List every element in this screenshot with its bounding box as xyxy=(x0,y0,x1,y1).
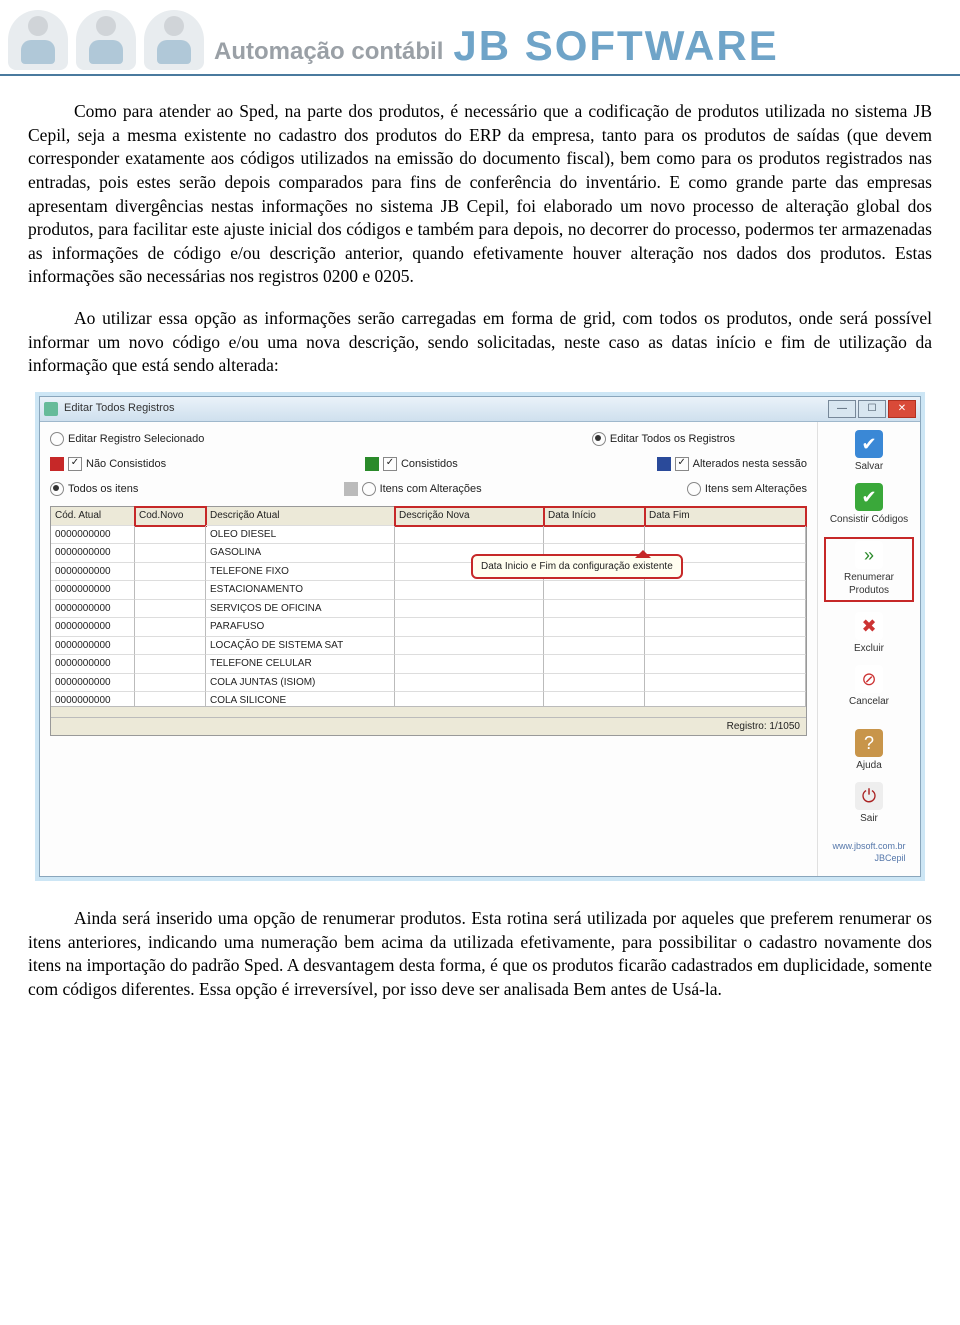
side-toolbar: ✔ Salvar ✔ Consistir Códigos » Renumerar… xyxy=(817,422,920,876)
exit-icon: ⏻ xyxy=(855,782,883,810)
help-icon: ? xyxy=(855,729,883,757)
table-row[interactable]: 0000000000OLEO DIESEL xyxy=(51,526,806,545)
radio-todos-itens[interactable]: Todos os itens xyxy=(50,482,138,497)
header-title: JB SOFTWARE xyxy=(453,22,778,70)
sair-button[interactable]: ⏻ Sair xyxy=(855,782,883,826)
check-alterados[interactable]: Alterados nesta sessão xyxy=(657,457,807,472)
col-data-inicio[interactable]: Data Início xyxy=(544,507,645,526)
main-panel: Editar Registro Selecionado Editar Todos… xyxy=(40,422,817,876)
person-icon-3 xyxy=(144,10,204,70)
col-cod-novo[interactable]: Cod.Novo xyxy=(135,507,206,526)
document-body: Como para atender ao Sped, na parte dos … xyxy=(0,76,960,1030)
col-cod-atual[interactable]: Cód. Atual xyxy=(51,507,135,526)
minimize-button[interactable]: — xyxy=(828,400,856,418)
record-counter: Registro: 1/1050 xyxy=(727,720,800,734)
check-consistidos[interactable]: Consistidos xyxy=(365,457,458,472)
delete-icon: ✖ xyxy=(855,612,883,640)
radio-edit-all[interactable]: Editar Todos os Registros xyxy=(592,432,735,447)
table-row[interactable]: 0000000000COLA JUNTAS (ISIOM) xyxy=(51,674,806,693)
save-icon: ✔ xyxy=(855,430,883,458)
col-desc-nova[interactable]: Descrição Nova xyxy=(395,507,544,526)
table-row[interactable]: 0000000000TELEFONE CELULAR xyxy=(51,655,806,674)
document-header: Automação contábil JB SOFTWARE xyxy=(0,0,960,76)
col-data-fim[interactable]: Data Fim xyxy=(645,507,806,526)
grid-header-row: Cód. Atual Cod.Novo Descrição Atual Desc… xyxy=(51,507,806,526)
paragraph-1: Como para atender ao Sped, na parte dos … xyxy=(28,100,932,289)
header-logo-icons xyxy=(8,10,204,70)
person-icon-2 xyxy=(76,10,136,70)
app-icon xyxy=(44,402,58,416)
ajuda-button[interactable]: ? Ajuda xyxy=(855,729,883,773)
radio-com-alteracoes[interactable]: Itens com Alterações xyxy=(344,482,482,497)
grid-body[interactable]: 0000000000OLEO DIESEL0000000000GASOLINA0… xyxy=(51,526,806,706)
consistir-button[interactable]: ✔ Consistir Códigos xyxy=(830,483,908,527)
check-icon: ✔ xyxy=(855,483,883,511)
renumber-icon: » xyxy=(855,541,883,569)
check-nao-consistidos[interactable]: Não Consistidos xyxy=(50,457,166,472)
table-row[interactable]: 0000000000GASOLINA xyxy=(51,544,806,563)
cancel-icon: ⊘ xyxy=(855,665,883,693)
grid-hscrollbar[interactable] xyxy=(51,706,806,717)
annotation-callout: Data Inicio e Fim da configuração existe… xyxy=(471,554,683,579)
save-button[interactable]: ✔ Salvar xyxy=(855,430,883,474)
grid-footer: Registro: 1/1050 xyxy=(51,717,806,736)
table-row[interactable]: 0000000000LOCAÇÃO DE SISTEMA SAT xyxy=(51,637,806,656)
col-desc-atual[interactable]: Descrição Atual xyxy=(206,507,395,526)
person-icon-1 xyxy=(8,10,68,70)
table-row[interactable]: 0000000000TELEFONE FIXO xyxy=(51,563,806,582)
table-row[interactable]: 0000000000COLA SILICONE xyxy=(51,692,806,706)
window-titlebar: Editar Todos Registros — ☐ ✕ xyxy=(40,397,920,422)
paragraph-2: Ao utilizar essa opção as informações se… xyxy=(28,307,932,378)
table-row[interactable]: 0000000000PARAFUSO xyxy=(51,618,806,637)
table-row[interactable]: 0000000000SERVIÇOS DE OFICINA xyxy=(51,600,806,619)
brand-corner: www.jbsoft.com.br JBCepil xyxy=(826,836,911,868)
products-grid[interactable]: Cód. Atual Cod.Novo Descrição Atual Desc… xyxy=(50,506,807,736)
paragraph-3: Ainda será inserido uma opção de renumer… xyxy=(28,907,932,1002)
table-row[interactable]: 0000000000ESTACIONAMENTO xyxy=(51,581,806,600)
embedded-screenshot: Editar Todos Registros — ☐ ✕ Editar Regi… xyxy=(39,396,921,877)
header-subtitle: Automação contábil xyxy=(214,38,443,70)
radio-edit-selected[interactable]: Editar Registro Selecionado xyxy=(50,432,204,447)
close-button[interactable]: ✕ xyxy=(888,400,916,418)
maximize-button[interactable]: ☐ xyxy=(858,400,886,418)
renumerar-button[interactable]: » Renumerar Produtos xyxy=(824,537,914,602)
window-title: Editar Todos Registros xyxy=(64,401,828,416)
radio-sem-alteracoes[interactable]: Itens sem Alterações xyxy=(687,482,807,497)
cancelar-button[interactable]: ⊘ Cancelar xyxy=(849,665,889,709)
excluir-button[interactable]: ✖ Excluir xyxy=(854,612,884,656)
